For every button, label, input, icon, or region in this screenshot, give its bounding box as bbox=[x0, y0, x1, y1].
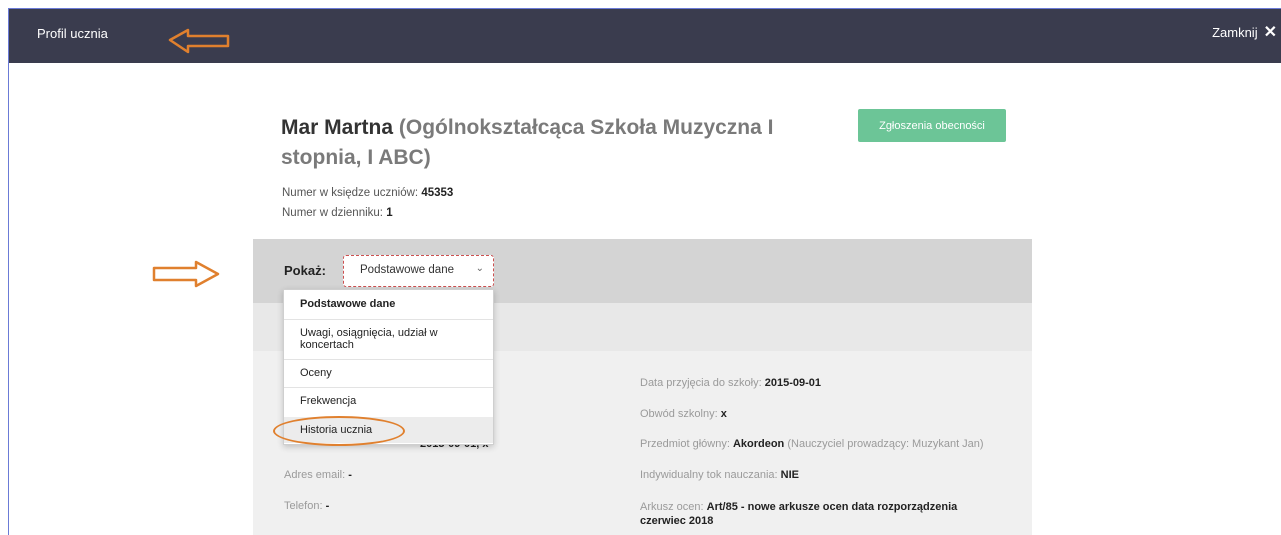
book-number-value: 45353 bbox=[421, 187, 454, 199]
journal-number-value: 1 bbox=[386, 207, 393, 219]
main-subject-value: Akordeon bbox=[732, 438, 785, 450]
chevron-down-icon: ⌄ bbox=[475, 263, 484, 274]
main-subject-field: Przedmiot główny: Akordeon (Nauczyciel p… bbox=[640, 438, 984, 450]
book-number-row: Numer w księdze uczniów: 45353 bbox=[282, 187, 453, 199]
close-button[interactable]: Zamknij ✕ bbox=[1212, 23, 1277, 41]
close-icon: ✕ bbox=[1263, 23, 1277, 41]
grade-sheet-label: Arkusz ocen: bbox=[640, 501, 704, 513]
dropdown-divider bbox=[284, 319, 493, 320]
individual-teaching-field: Indywidualny tok nauczania: NIE bbox=[640, 469, 799, 481]
school-district-field: Obwód szkolny: x bbox=[640, 408, 727, 420]
main-subject-teacher: (Nauczyciel prowadzący: Muzykant Jan) bbox=[787, 438, 984, 450]
journal-number-row: Numer w dzienniku: 1 bbox=[282, 207, 393, 219]
email-value: - bbox=[348, 469, 352, 481]
show-label: Pokaż: bbox=[284, 263, 326, 278]
admission-date-value: 2015-09-01 bbox=[764, 377, 822, 389]
main-subject-label: Przedmiot główny: bbox=[640, 438, 730, 450]
annotation-ellipse bbox=[273, 416, 405, 446]
dropdown-option-grades[interactable]: Oceny bbox=[284, 367, 493, 379]
admission-date-field: Data przyjęcia do szkoły: 2015-09-01 bbox=[640, 377, 821, 389]
school-district-label: Obwód szkolny: bbox=[640, 408, 718, 420]
close-label: Zamknij bbox=[1212, 25, 1258, 40]
dropdown-divider bbox=[284, 359, 493, 360]
email-field: Adres email: - bbox=[284, 469, 352, 481]
book-number-label: Numer w księdze uczniów: bbox=[282, 187, 419, 199]
page-title: Profil ucznia bbox=[37, 26, 108, 41]
show-select-value: Podstawowe dane bbox=[360, 264, 454, 276]
school-district-value: x bbox=[720, 408, 727, 420]
phone-value: - bbox=[325, 500, 330, 512]
individual-teaching-value: NIE bbox=[780, 469, 799, 481]
annotation-arrow-right-icon bbox=[152, 260, 220, 288]
admission-date-label: Data przyjęcia do szkoły: bbox=[640, 377, 762, 389]
student-name-heading: Mar Martna (Ogólnokształcąca Szkoła Muzy… bbox=[281, 113, 801, 173]
dropdown-divider bbox=[284, 387, 493, 388]
attendance-reports-button[interactable]: Zgłoszenia obecności bbox=[858, 109, 1006, 142]
annotation-arrow-left-icon bbox=[168, 28, 230, 54]
phone-field: Telefon: - bbox=[284, 500, 329, 512]
phone-label: Telefon: bbox=[284, 500, 323, 512]
email-label: Adres email: bbox=[284, 469, 346, 481]
window-left-border bbox=[8, 8, 9, 535]
grade-sheet-field: Arkusz ocen: Art/85 - nowe arkusze ocen … bbox=[640, 500, 980, 528]
student-name: Mar Martna bbox=[281, 116, 394, 139]
dropdown-option-remarks[interactable]: Uwagi, osiągnięcia, udział w koncertach bbox=[284, 327, 464, 351]
dropdown-option-basic-data[interactable]: Podstawowe dane bbox=[284, 298, 493, 310]
show-select[interactable]: Podstawowe dane ⌄ bbox=[343, 255, 494, 287]
individual-teaching-label: Indywidualny tok nauczania: bbox=[640, 469, 778, 481]
journal-number-label: Numer w dzienniku: bbox=[282, 207, 383, 219]
dropdown-option-attendance[interactable]: Frekwencja bbox=[284, 395, 493, 407]
